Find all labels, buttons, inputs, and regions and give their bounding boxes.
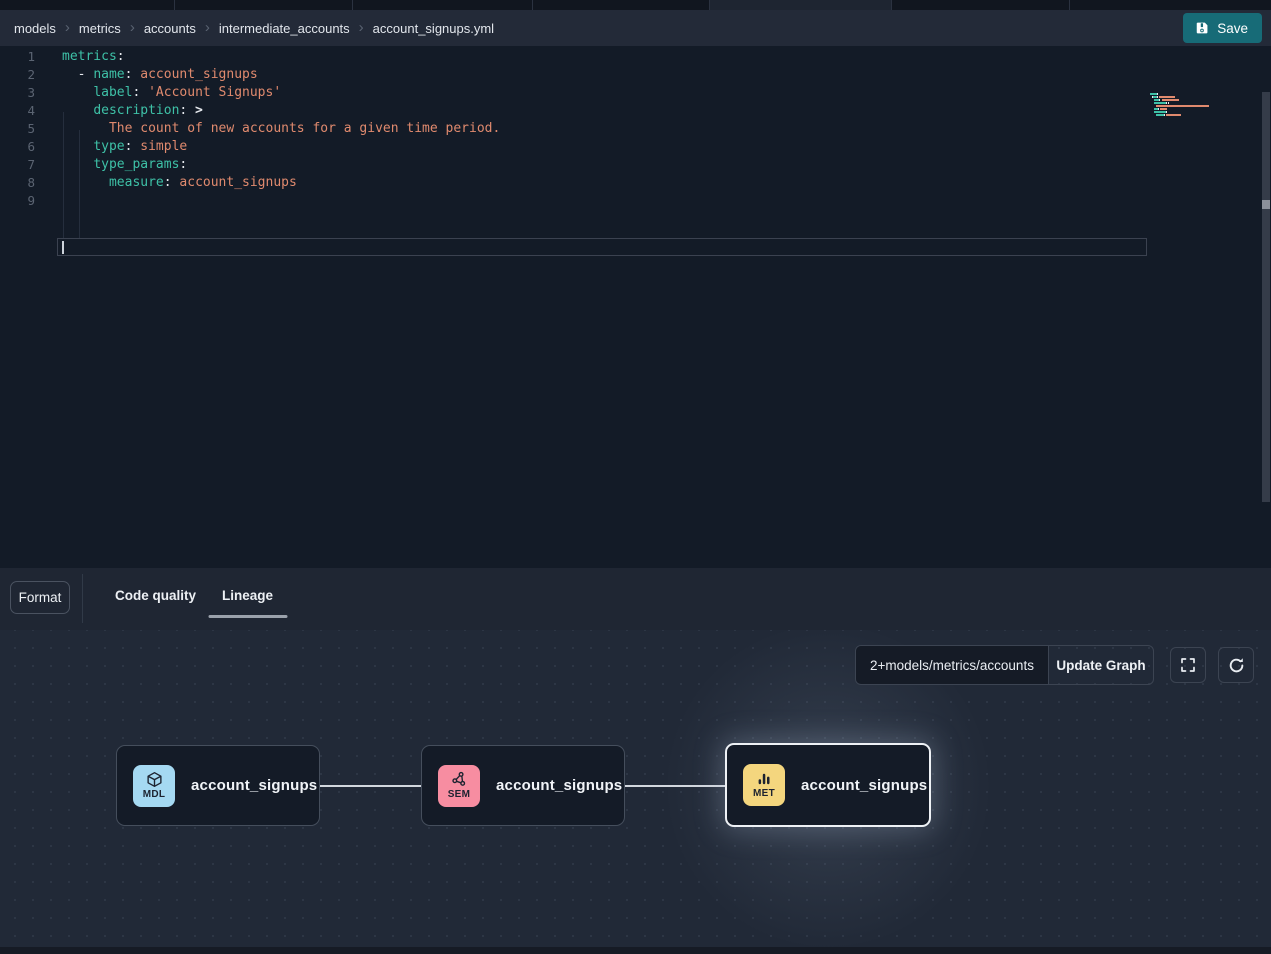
code-editor[interactable]: 123456789 metrics: - name: account_signu… [0, 46, 1271, 568]
minimap-line [1150, 117, 1212, 119]
node-label: account_signups [496, 777, 622, 794]
node-badge-sem: SEM [438, 765, 480, 807]
minimap-line [1150, 114, 1212, 116]
editor-tab-strip [0, 0, 1271, 10]
breadcrumb-item[interactable]: intermediate_accounts [219, 21, 350, 36]
line-number: 8 [0, 174, 35, 192]
cube-icon [146, 771, 163, 788]
code-line[interactable]: description: > [62, 102, 500, 120]
lineage-edge [625, 785, 726, 787]
lineage-node-mdl[interactable]: MDL account_signups [116, 745, 320, 826]
line-number: 2 [0, 66, 35, 84]
node-badge-met: MET [743, 764, 785, 806]
save-button-label: Save [1217, 21, 1248, 36]
editor-tab[interactable] [1070, 0, 1271, 10]
lineage-canvas[interactable]: MDL account_signups SEM account_signups MET a… [0, 630, 1271, 947]
node-badge-label: SEM [448, 789, 471, 800]
node-badge-label: MDL [143, 789, 166, 800]
scrollbar-thumb[interactable] [1262, 200, 1270, 209]
tab-lineage[interactable]: Lineage [222, 588, 273, 603]
minimap-line [1150, 99, 1212, 101]
ide-window: models › metrics › accounts › intermediate_acc… [0, 0, 1271, 954]
editor-tab[interactable] [892, 0, 1070, 10]
breadcrumb: models › metrics › accounts › intermediate_acc… [14, 21, 1183, 36]
breadcrumb-item[interactable]: metrics [79, 21, 121, 36]
bar-chart-icon [756, 771, 772, 787]
breadcrumb-bar: models › metrics › accounts › intermediate_acc… [0, 10, 1271, 46]
lineage-edge [320, 785, 421, 787]
line-number: 5 [0, 120, 35, 138]
lineage-node-sem[interactable]: SEM account_signups [421, 745, 625, 826]
refresh-button[interactable] [1218, 647, 1254, 683]
code-line[interactable]: metrics: [62, 48, 500, 66]
chevron-right-icon: › [359, 20, 364, 35]
chevron-right-icon: › [130, 20, 135, 35]
tab-code-quality[interactable]: Code quality [115, 588, 196, 603]
line-number-gutter: 123456789 [0, 48, 35, 210]
editor-tab[interactable] [175, 0, 353, 10]
lineage-selector-group: Update Graph [855, 645, 1154, 685]
code-line[interactable]: measure: account_signups [62, 174, 500, 192]
breadcrumb-item[interactable]: models [14, 21, 56, 36]
line-number: 9 [0, 192, 35, 210]
node-label: account_signups [191, 777, 317, 794]
minimap-line [1150, 108, 1212, 110]
node-badge-label: MET [753, 788, 775, 799]
text-cursor [62, 241, 64, 254]
line-number: 1 [0, 48, 35, 66]
code-line[interactable] [62, 192, 500, 210]
scrollbar-track[interactable] [1262, 92, 1270, 502]
lineage-selector-input[interactable] [856, 646, 1048, 684]
node-badge-mdl: MDL [133, 765, 175, 807]
minimap-line [1150, 111, 1212, 113]
node-label: account_signups [801, 777, 927, 794]
window-bottom-edge [0, 947, 1271, 954]
save-button[interactable]: Save [1183, 13, 1262, 43]
minimap-line [1150, 102, 1212, 104]
breadcrumb-item[interactable]: accounts [144, 21, 196, 36]
editor-tab[interactable] [0, 0, 175, 10]
editor-tab[interactable] [533, 0, 710, 10]
minimap-line [1150, 96, 1212, 98]
line-number: 3 [0, 84, 35, 102]
code-line[interactable]: type: simple [62, 138, 500, 156]
network-icon [451, 771, 468, 788]
line-number: 4 [0, 102, 35, 120]
lineage-node-met[interactable]: MET account_signups [725, 743, 931, 827]
bottom-panel-header: Format Code qualityLineage [0, 568, 1271, 630]
chevron-right-icon: › [205, 20, 210, 35]
chevron-right-icon: › [65, 20, 70, 35]
fullscreen-button[interactable] [1170, 647, 1206, 683]
save-icon [1195, 21, 1209, 35]
update-graph-button[interactable]: Update Graph [1048, 646, 1153, 684]
line-number: 6 [0, 138, 35, 156]
refresh-icon [1228, 657, 1245, 674]
fullscreen-icon [1180, 657, 1196, 673]
editor-tab[interactable] [353, 0, 533, 10]
minimap-line [1150, 93, 1212, 95]
minimap-line [1150, 105, 1212, 107]
line-number: 7 [0, 156, 35, 174]
code-content: metrics: - name: account_signups label: … [62, 48, 500, 210]
minimap[interactable] [1150, 93, 1212, 120]
breadcrumb-item[interactable]: account_signups.yml [373, 21, 494, 36]
code-line[interactable]: label: 'Account Signups' [62, 84, 500, 102]
code-line[interactable]: - name: account_signups [62, 66, 500, 84]
panel-tabs: Code quality Lineage [0, 568, 1271, 630]
active-line-highlight [57, 238, 1147, 256]
code-line[interactable]: type_params: [62, 156, 500, 174]
editor-tab-active[interactable] [710, 0, 892, 10]
code-line[interactable]: The count of new accounts for a given ti… [62, 120, 500, 138]
